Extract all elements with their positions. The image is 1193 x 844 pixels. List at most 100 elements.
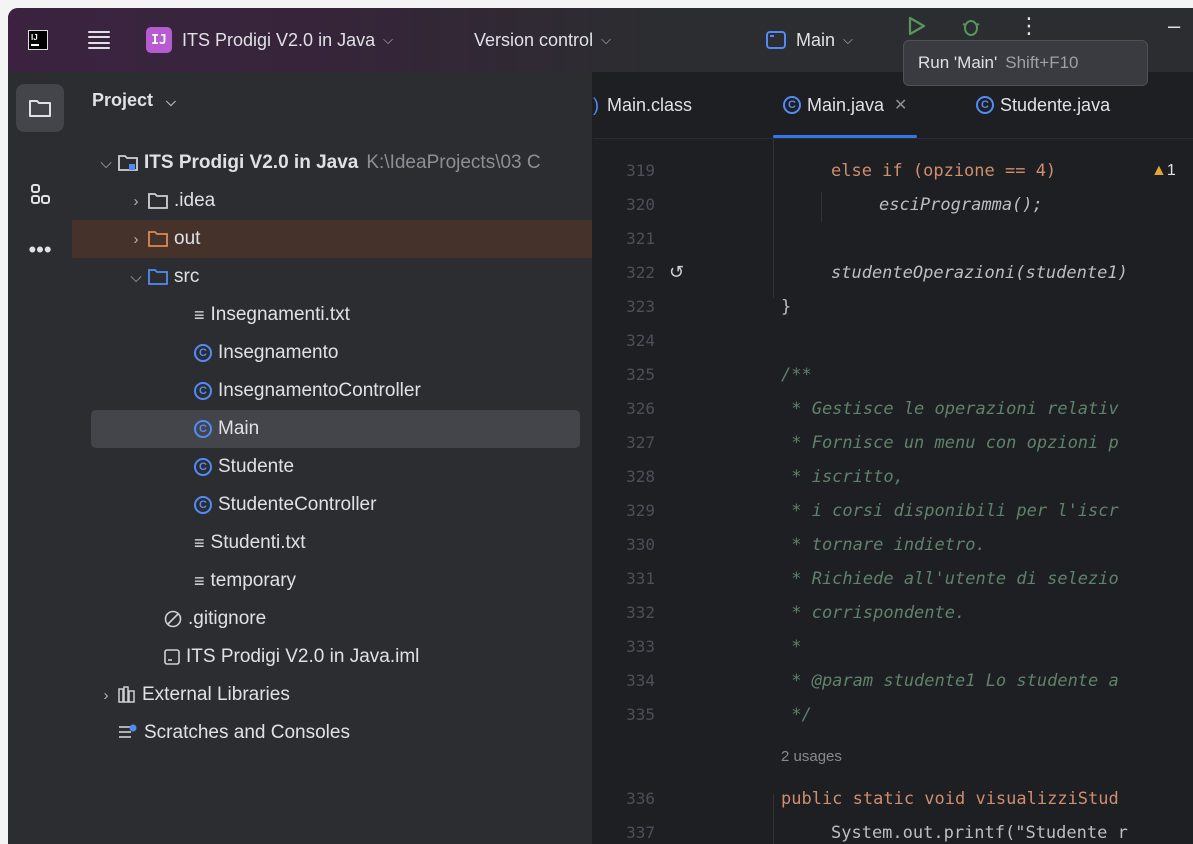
tree-item-gitignore[interactable]: .gitignore <box>72 600 592 638</box>
chevron-right-icon: › <box>133 230 139 248</box>
code-line: * Fornisce un menu con opzioni p <box>781 433 1119 453</box>
code-line: * tornare indietro. <box>781 535 986 555</box>
structure-tool-button[interactable] <box>16 170 64 218</box>
version-control-menu[interactable]: Version control ⌵ <box>474 8 611 72</box>
tree-item-label: External Libraries <box>142 684 290 705</box>
class-icon: C <box>783 96 801 114</box>
tree-item-temporary[interactable]: ≡ temporary <box>72 562 592 600</box>
run-tooltip: Run 'Main' Shift+F10 <box>903 40 1148 86</box>
line-number: 328 <box>626 467 655 486</box>
code-line: studenteOperazioni(studente1) <box>831 263 1128 283</box>
line-number: 336 <box>626 789 655 808</box>
more-tools-icon[interactable]: ••• <box>16 226 64 274</box>
tree-item-label: out <box>174 228 201 249</box>
tree-item-label: Insegnamento <box>218 342 339 363</box>
code-line: * iscritto, <box>781 467 904 487</box>
code-line: } <box>781 297 792 317</box>
chevron-down-icon: ⌵ <box>100 154 112 172</box>
code-line: public static void visualizziStud <box>781 789 1119 809</box>
libraries-icon <box>118 686 136 704</box>
tree-item-idea[interactable]: › .idea <box>72 182 592 220</box>
line-number: 322 <box>626 263 655 282</box>
tree-item-label: src <box>174 266 200 287</box>
line-number: 325 <box>626 365 655 384</box>
project-header-label: Project <box>92 90 154 110</box>
tree-item-src[interactable]: ⌵ src <box>72 258 592 296</box>
code-editor[interactable]: ) Main.class C Main.java ✕ C Studente.ja… <box>593 72 1193 844</box>
line-number: 334 <box>626 671 655 690</box>
tree-item-studente-controller[interactable]: C StudenteController <box>72 486 592 524</box>
usages-hint[interactable]: 2 usages <box>781 748 842 765</box>
code-line: * Richiede all'utente di selezio <box>781 569 1119 589</box>
code-line: else if (opzione == 4) <box>831 161 1057 181</box>
iml-file-icon <box>164 648 180 666</box>
tree-item-studente[interactable]: C Studente <box>72 448 592 486</box>
tree-item-insegnamento[interactable]: C Insegnamento <box>72 334 592 372</box>
chevron-down-icon: ⌵ <box>383 32 393 47</box>
warning-indicator[interactable]: ▲1 <box>1151 154 1176 188</box>
indent-guide <box>773 138 774 298</box>
project-panel: Project ⌵ ⌵ ITS Prodigi V2.0 in Java K:\… <box>72 72 593 844</box>
line-number: 333 <box>626 637 655 656</box>
tab-main-java[interactable]: C Main.java ✕ <box>772 72 918 138</box>
code-line: /** <box>781 365 812 385</box>
tab-main-class[interactable]: ) Main.class <box>593 72 692 138</box>
tree-item-out[interactable]: › out <box>72 220 592 258</box>
project-panel-header[interactable]: Project ⌵ <box>92 90 176 111</box>
tree-item-label: Studente <box>218 456 295 477</box>
tree-item-iml[interactable]: ITS Prodigi V2.0 in Java.iml <box>72 638 592 676</box>
tab-label: Studente.java <box>1000 94 1111 115</box>
scratches-icon <box>118 724 138 742</box>
tree-item-main[interactable]: C Main <box>91 410 580 448</box>
run-config-selector[interactable]: Main ⌵ <box>766 8 853 72</box>
line-number: 337 <box>626 823 655 842</box>
class-file-icon: ) <box>593 94 599 115</box>
tool-window-strip: ••• <box>8 72 73 844</box>
class-icon: C <box>976 96 994 114</box>
tree-item-external-libraries[interactable]: › External Libraries <box>72 676 592 714</box>
tree-item-label: StudenteController <box>218 494 377 515</box>
tree-item-label: Insegnamenti.txt <box>210 304 350 325</box>
module-path: K:\IdeaProjects\03 C <box>366 152 541 173</box>
text-file-icon: ≡ <box>194 304 205 325</box>
window-icon <box>766 31 786 49</box>
line-number: 327 <box>626 433 655 452</box>
code-line: * i corsi disponibili per l'iscr <box>781 501 1119 521</box>
structure-icon <box>31 184 50 204</box>
line-number: 320 <box>626 195 655 214</box>
text-file-icon: ≡ <box>194 532 205 553</box>
tree-item-studenti-txt[interactable]: ≡ Studenti.txt <box>72 524 592 562</box>
app-logo-icon[interactable]: IJ <box>28 8 48 72</box>
folder-icon <box>148 192 168 210</box>
tab-label: Main.java <box>807 94 885 115</box>
tree-item-scratches[interactable]: Scratches and Consoles <box>72 714 592 752</box>
tree-item-insegnamento-controller[interactable]: C InsegnamentoController <box>72 372 592 410</box>
project-switcher[interactable]: IJ ITS Prodigi V2.0 in Java ⌵ <box>146 8 393 72</box>
tree-item-label: Studenti.txt <box>210 532 306 553</box>
minimize-button[interactable]: – <box>1168 8 1180 58</box>
tree-item-module[interactable]: ⌵ ITS Prodigi V2.0 in Java K:\IdeaProjec… <box>72 144 592 182</box>
bug-icon <box>962 20 980 36</box>
close-icon[interactable]: ✕ <box>894 95 907 115</box>
tree-item-label: Scratches and Consoles <box>144 722 350 743</box>
chevron-right-icon: › <box>103 686 109 704</box>
project-tool-button[interactable] <box>16 84 64 132</box>
line-number: 330 <box>626 535 655 554</box>
code-line: esciProgramma(); <box>879 195 1043 215</box>
chevron-down-icon: ⌵ <box>601 32 611 47</box>
code-line: * @param studente1 Lo studente a <box>781 671 1119 691</box>
class-icon: C <box>194 382 212 400</box>
svg-text:IJ: IJ <box>31 33 38 42</box>
tree-item-label: temporary <box>210 570 297 591</box>
line-number: 323 <box>626 297 655 316</box>
chevron-down-icon: ⌵ <box>843 32 853 47</box>
code-line: System.out.printf("Studente r <box>831 823 1128 843</box>
tree-item-label: InsegnamentoController <box>218 380 421 401</box>
class-icon: C <box>194 496 212 514</box>
module-folder-icon <box>118 154 138 172</box>
main-menu-button[interactable] <box>88 8 110 72</box>
tree-item-insegnamenti-txt[interactable]: ≡ Insegnamenti.txt <box>72 296 592 334</box>
excluded-folder-icon <box>148 230 168 248</box>
line-number: 326 <box>626 399 655 418</box>
line-number: 331 <box>626 569 655 588</box>
